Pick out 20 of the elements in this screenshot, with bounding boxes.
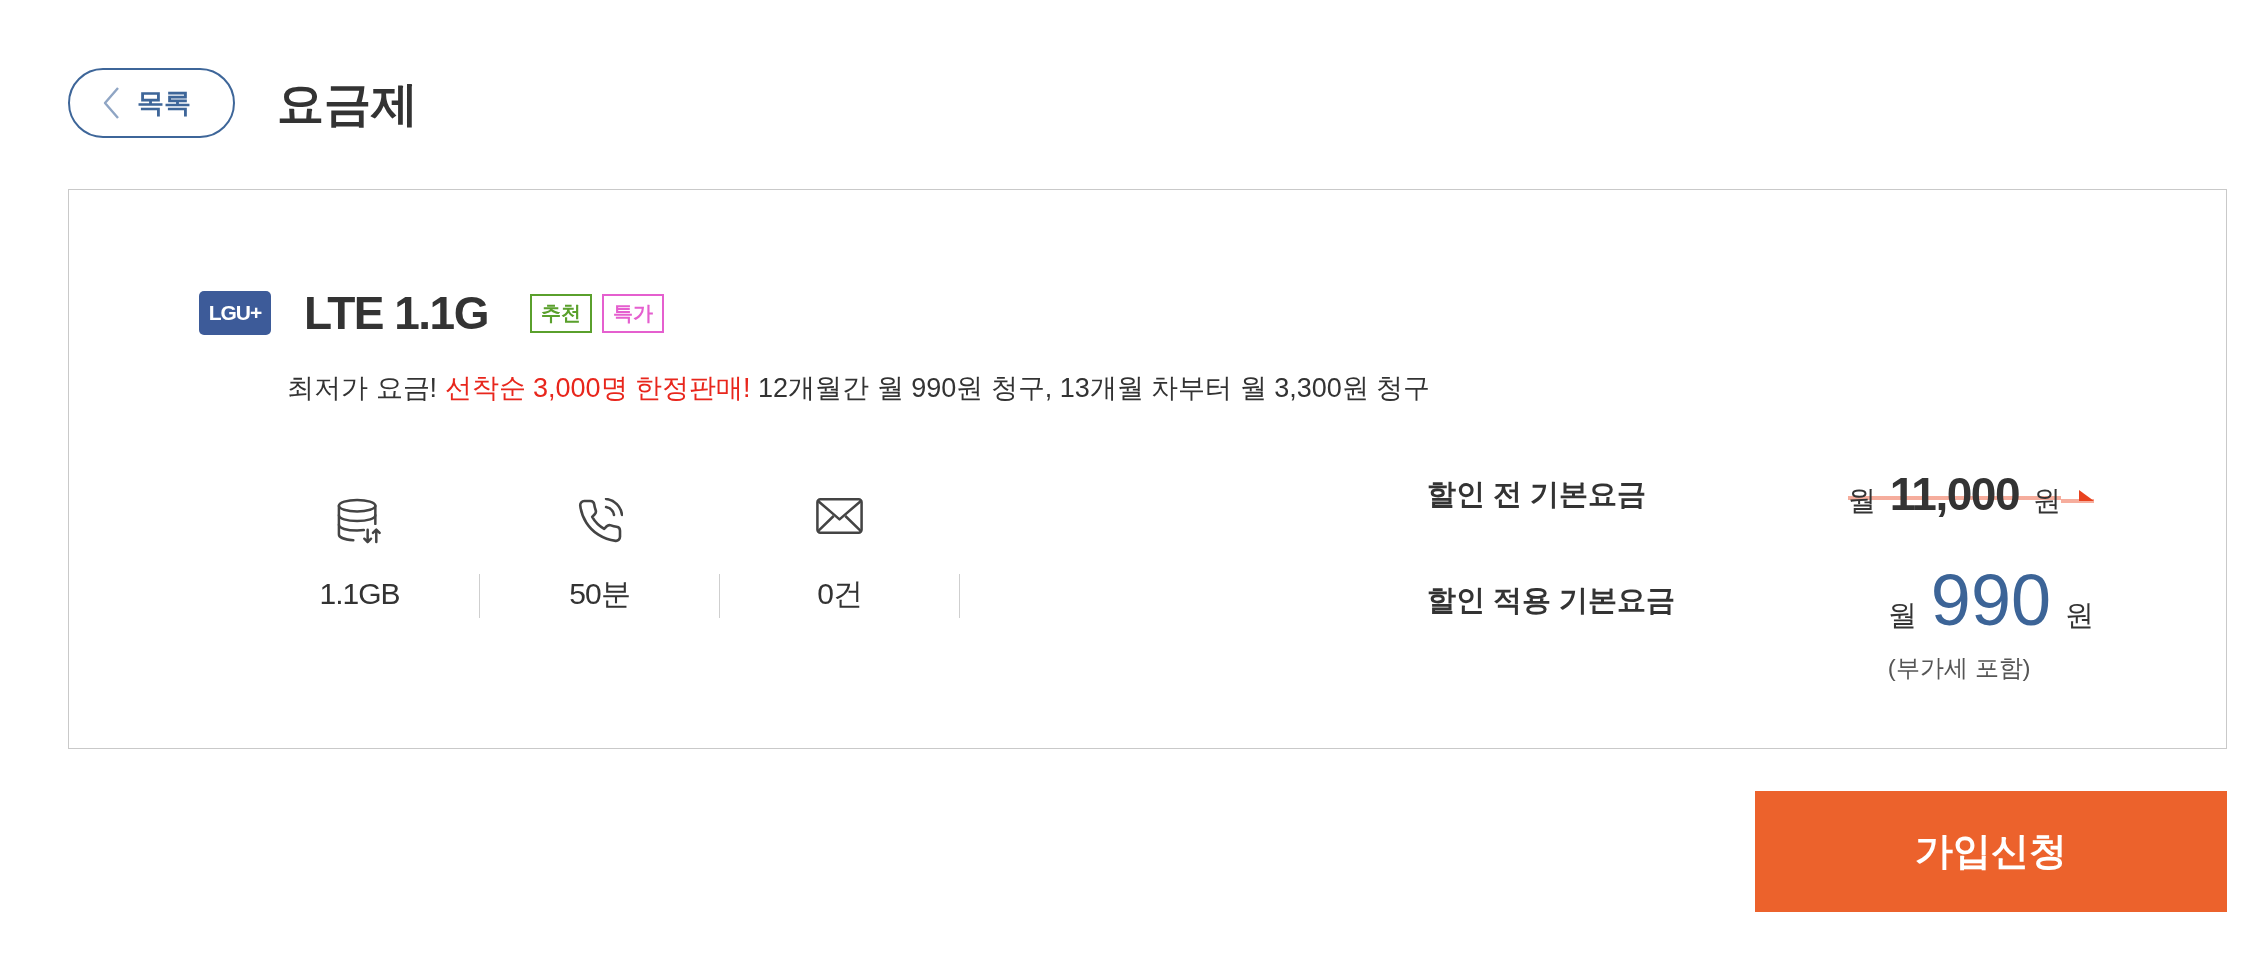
plan-name: LTE 1.1G xyxy=(304,286,488,341)
carrier-logo: LGU+ xyxy=(199,291,271,335)
database-icon xyxy=(336,498,383,544)
allowance-value: 50분 xyxy=(569,576,630,612)
phone-icon xyxy=(576,498,623,544)
price-label: 할인 전 기본요금 xyxy=(1427,477,1648,512)
chevron-left-icon xyxy=(102,86,120,120)
tag-label: 특가 xyxy=(602,293,664,333)
tag-label: 추천 xyxy=(530,293,592,333)
apply-button[interactable]: 가입신청 xyxy=(1755,791,2227,912)
strike-arrow-icon xyxy=(2061,489,2094,503)
price-label: 할인 적용 기본요금 xyxy=(1427,583,1677,618)
back-button[interactable]: 목록 xyxy=(68,68,235,138)
page-title: 요금제 xyxy=(277,79,418,127)
vat-note: (부가세 포함) xyxy=(1887,653,2031,683)
plan-description: 최저가 요금! 선착순 3,000명 한정판매! 12개월간 월 990원 청구, 13개월 차부터 월 3,300원 청구 xyxy=(287,372,1432,405)
allowance-value: 0건 xyxy=(817,576,862,612)
envelope-icon xyxy=(816,498,863,534)
discounted-price: 월 990 원 xyxy=(1887,560,2094,640)
allowance-value: 1.1GB xyxy=(319,576,400,612)
